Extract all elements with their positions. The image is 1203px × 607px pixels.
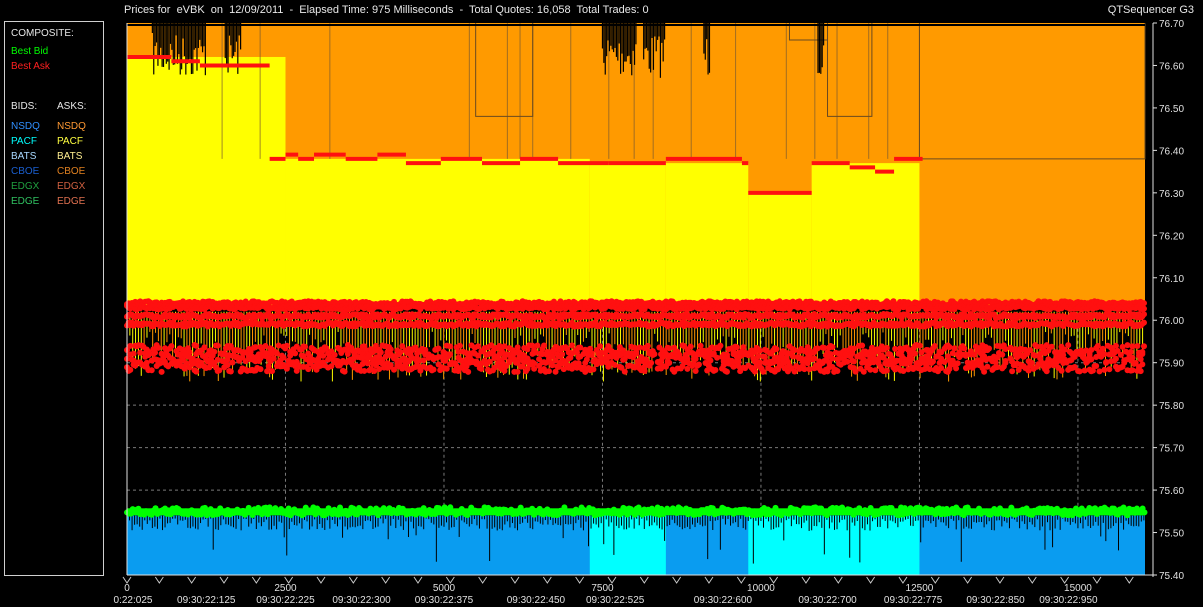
best-bid-band (127, 508, 1145, 516)
ask-band-point (132, 362, 139, 369)
ask-band-point (193, 342, 200, 349)
ask-band-point (150, 350, 157, 357)
ask-band-point (435, 345, 442, 352)
ask-band-point (1139, 351, 1146, 358)
ask-region-3 (665, 163, 749, 306)
ask-band-point (687, 343, 694, 350)
ask-band-point (456, 342, 463, 349)
ask-band-point (994, 354, 1001, 361)
ask-band-point (1071, 353, 1078, 360)
ask-band-point (201, 344, 208, 351)
ask-band-point (496, 351, 503, 358)
ask-band-point (829, 343, 836, 350)
ask-band-point (883, 344, 890, 351)
ask-band-point (946, 344, 953, 351)
ask-band-point (1112, 355, 1119, 362)
ask-band-point (773, 346, 780, 353)
ask-band-point (341, 368, 348, 375)
ask-band-point (475, 343, 482, 350)
ask-region-5 (811, 163, 920, 306)
ask-band-point (644, 342, 651, 349)
ask-band-point (189, 360, 196, 367)
ask-band-point (733, 344, 740, 351)
ask-band-point (740, 344, 747, 351)
ask-region-1 (285, 158, 590, 306)
ask-band-point (127, 366, 134, 373)
ask-band-point (214, 342, 221, 349)
ask-band-point (447, 351, 454, 358)
ask-band-point (501, 354, 508, 361)
ask-band-point (717, 342, 724, 349)
ask-band-point (1140, 319, 1147, 326)
ask-band-point (911, 350, 918, 357)
ask-band-point (1140, 305, 1147, 312)
ask-band-point (916, 342, 923, 349)
ask-band-point (1140, 343, 1147, 350)
ask-band-point (529, 350, 536, 357)
ask-band-point (155, 344, 162, 351)
ask-band-point (229, 359, 236, 366)
ask-band-point (1048, 343, 1055, 350)
ask-band-point (392, 353, 399, 360)
ask-band-point (859, 342, 866, 349)
ask-band-point (1137, 356, 1144, 363)
ask-band-point (569, 350, 576, 357)
bid-cyan-region-0 (589, 515, 666, 575)
ask-band-point (1023, 350, 1030, 357)
ask-burst-5 (817, 23, 825, 74)
ask-region-2 (589, 163, 666, 306)
ask-band-point (283, 342, 290, 349)
ask-region-0 (127, 56, 286, 306)
ask-band-point (649, 352, 656, 359)
ask-band-point (193, 351, 200, 358)
ask-band-point (1129, 354, 1136, 361)
ask-region-4 (748, 192, 812, 306)
ask-band-point (1140, 311, 1147, 318)
ask-band-point (127, 351, 134, 358)
price-chart: 75.4075.5075.6075.7075.8075.9076.0076.10… (114, 19, 1185, 606)
ask-band-point (265, 363, 272, 370)
ask-band-point (280, 354, 287, 361)
ask-band-point (951, 345, 958, 352)
ask-band-point (158, 368, 165, 375)
ask-band-point (475, 352, 482, 359)
ask-band-point (270, 355, 277, 362)
ask-band-point (257, 366, 264, 373)
ask-band-point (193, 368, 200, 375)
ask-band-point (559, 351, 566, 358)
ask-band-point (148, 367, 155, 374)
ask-band-point (331, 351, 338, 358)
ask-band-point (1117, 351, 1124, 358)
plot-area (124, 23, 1148, 575)
ask-band-point (447, 343, 454, 350)
ask-band-point (302, 343, 309, 350)
ask-band-point (1127, 349, 1134, 356)
ask-band-point (986, 345, 993, 352)
ask-band-point (320, 352, 327, 359)
ask-band-point (926, 351, 933, 358)
ask-band-point (287, 352, 294, 359)
ask-band-point (269, 368, 276, 375)
ask-band-point (850, 358, 857, 365)
ask-band-point (275, 342, 282, 349)
ask-band-point (209, 352, 216, 359)
ask-band-point (931, 343, 938, 350)
ask-band-point (541, 342, 548, 349)
ask-band-point (1134, 343, 1141, 350)
ask-band-point (971, 351, 978, 358)
ask-band-point (961, 345, 968, 352)
ask-band-point (633, 350, 640, 357)
ask-band-point (336, 362, 343, 369)
ask-band-point (697, 342, 704, 349)
ask-band-point (534, 342, 541, 349)
ask-band-point (597, 343, 604, 350)
ask-band-point (227, 368, 234, 375)
ask-band-point (344, 351, 351, 358)
ask-band-point (569, 342, 576, 349)
ask-band-point (323, 345, 330, 352)
ask-band-point (1065, 342, 1072, 349)
ask-band-point (168, 343, 175, 350)
